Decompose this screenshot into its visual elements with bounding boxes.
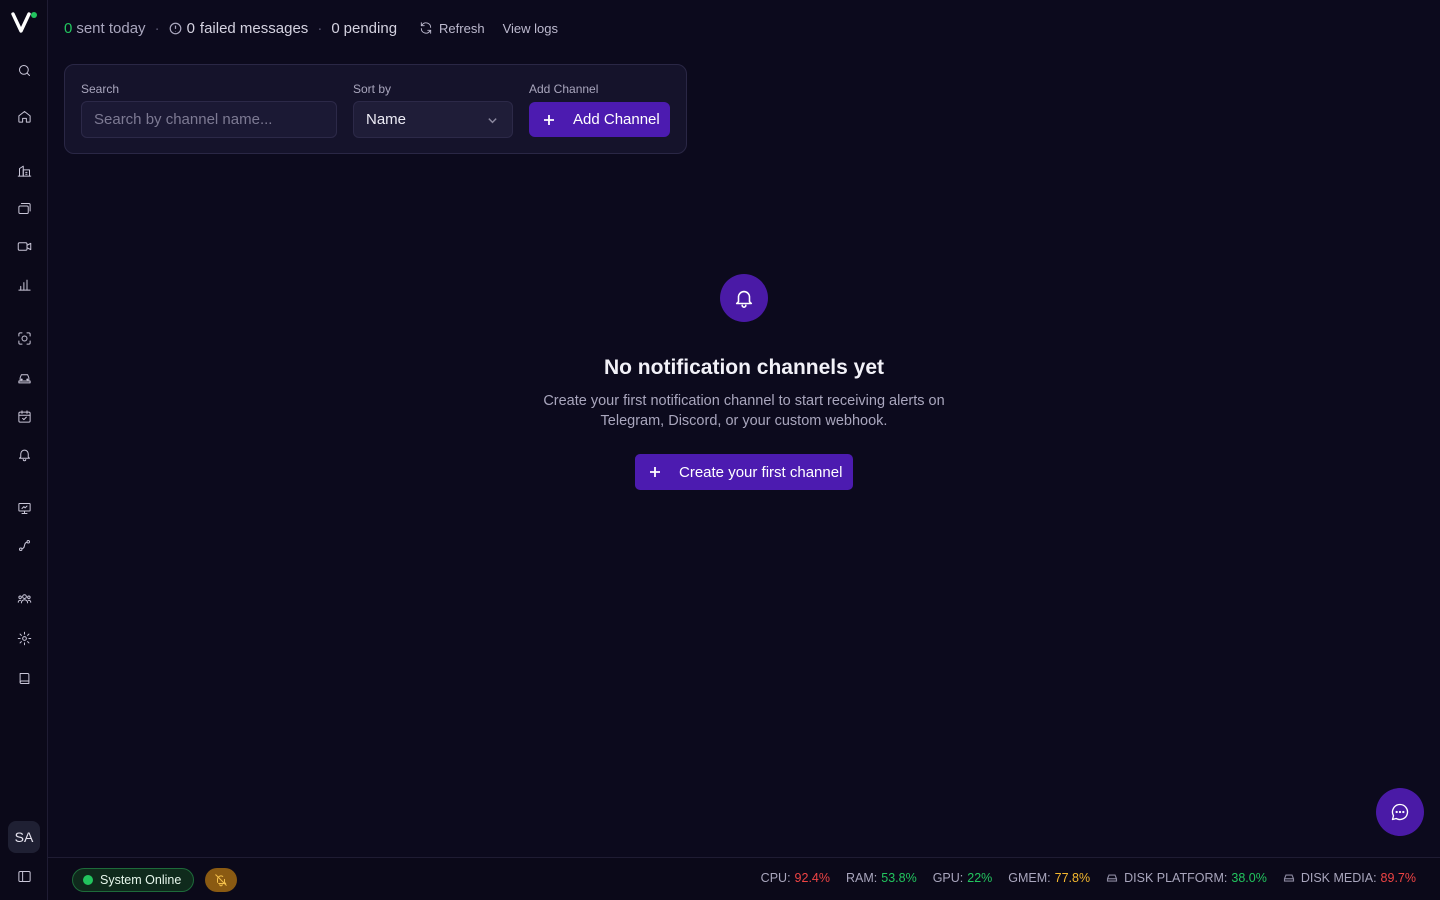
sort-select[interactable]: Name xyxy=(353,101,513,138)
bell-icon[interactable] xyxy=(14,444,34,464)
refresh-button[interactable]: Refresh xyxy=(419,21,485,36)
chat-button[interactable] xyxy=(1376,788,1424,836)
hard-drive-icon xyxy=(1107,874,1118,882)
buildings-icon[interactable] xyxy=(14,160,34,180)
gpu-label: GPU: xyxy=(932,871,964,885)
disk-media-value: 89.7% xyxy=(1380,871,1416,885)
sidebar-toggle-icon[interactable] xyxy=(14,866,34,886)
route-icon[interactable] xyxy=(14,535,34,555)
calendar-check-icon[interactable] xyxy=(14,406,34,426)
sidebar: SA xyxy=(0,0,48,900)
empty-state-description: Create your first notification channel t… xyxy=(543,393,945,429)
ram-metric: RAM: 53.8% xyxy=(846,871,917,885)
disk-platform-label: DISK PLATFORM: xyxy=(1124,871,1228,885)
search-input[interactable] xyxy=(81,101,337,138)
pending-label: pending xyxy=(343,19,398,37)
search-label: Search xyxy=(81,82,120,96)
search-icon[interactable] xyxy=(14,60,34,80)
failed-label: failed messages xyxy=(199,19,309,37)
book-icon[interactable] xyxy=(14,668,34,688)
gear-icon[interactable] xyxy=(14,628,34,648)
sent-label: sent today xyxy=(76,19,146,37)
refresh-icon xyxy=(420,22,432,34)
gmem-metric: GMEM: 77.8% xyxy=(1008,871,1090,885)
cpu-label: CPU: xyxy=(760,871,791,885)
chevron-down-icon xyxy=(488,118,497,124)
chat-icon xyxy=(1391,803,1409,821)
gpu-metric: GPU: 22% xyxy=(933,871,993,885)
view-logs-link[interactable]: View logs xyxy=(503,21,558,36)
sort-value: Name xyxy=(366,111,407,128)
ram-value: 53.8% xyxy=(881,871,917,885)
empty-state-bell xyxy=(720,274,768,322)
gmem-value: 77.8% xyxy=(1054,871,1091,885)
layers-icon[interactable] xyxy=(14,198,34,218)
add-channel-button-label: Add Channel xyxy=(573,111,660,128)
sent-count: 0 xyxy=(64,19,73,37)
add-channel-label: Add Channel xyxy=(529,82,599,96)
separator: · xyxy=(317,19,323,37)
bell-icon xyxy=(735,290,753,308)
disk-media-metric: DISK MEDIA: 89.7% xyxy=(1283,871,1416,885)
disk-platform-value: 38.0% xyxy=(1231,871,1267,885)
system-status-badge: System Online xyxy=(72,868,195,892)
bell-off-icon xyxy=(215,874,227,887)
chart-icon[interactable] xyxy=(14,274,34,294)
create-first-channel-button[interactable]: Create your first channel xyxy=(635,454,853,490)
hard-drive-icon xyxy=(1283,874,1294,882)
avatar[interactable]: SA xyxy=(8,821,40,853)
cpu-metric: CPU: 92.4% xyxy=(761,871,830,885)
video-icon[interactable] xyxy=(14,236,34,256)
car-icon[interactable] xyxy=(14,368,34,388)
presentation-icon[interactable] xyxy=(14,498,34,518)
home-icon[interactable] xyxy=(14,106,34,126)
users-icon[interactable] xyxy=(14,588,34,608)
stats-bar: 0 sent today · 0 failed messages · 0 pen… xyxy=(64,18,558,38)
disk-media-label: DISK MEDIA: xyxy=(1300,871,1377,885)
plus-icon xyxy=(544,114,554,125)
mute-notifications-button[interactable] xyxy=(205,868,237,892)
add-channel-button[interactable]: Add Channel xyxy=(529,102,670,137)
plus-icon xyxy=(650,467,660,477)
separator: · xyxy=(154,19,160,37)
info-icon xyxy=(169,22,181,34)
scan-face-icon[interactable] xyxy=(14,328,34,348)
cpu-value: 92.4% xyxy=(794,871,830,885)
ram-label: RAM: xyxy=(846,871,878,885)
pending-count: 0 xyxy=(331,19,340,37)
gmem-label: GMEM: xyxy=(1008,871,1051,885)
disk-platform-metric: DISK PLATFORM: 38.0% xyxy=(1106,871,1267,885)
create-first-channel-label: Create your first channel xyxy=(679,463,843,481)
refresh-label: Refresh xyxy=(439,20,485,36)
gpu-value: 22% xyxy=(967,871,993,885)
status-bar: System Online CPU: 92.4% RAM: 53.8% GPU:… xyxy=(48,857,1440,900)
filter-card: Search Sort by Name Add Channel Add Chan… xyxy=(64,64,687,154)
failed-count: 0 xyxy=(186,19,195,37)
empty-state-title: No notification channels yet xyxy=(603,356,885,379)
sort-label: Sort by xyxy=(353,82,392,96)
status-dot xyxy=(83,875,93,885)
system-status-label: System Online xyxy=(100,873,182,887)
system-metrics: CPU: 92.4% RAM: 53.8% GPU: 22% GMEM: 77.… xyxy=(745,871,1416,885)
app-logo[interactable] xyxy=(10,10,38,34)
